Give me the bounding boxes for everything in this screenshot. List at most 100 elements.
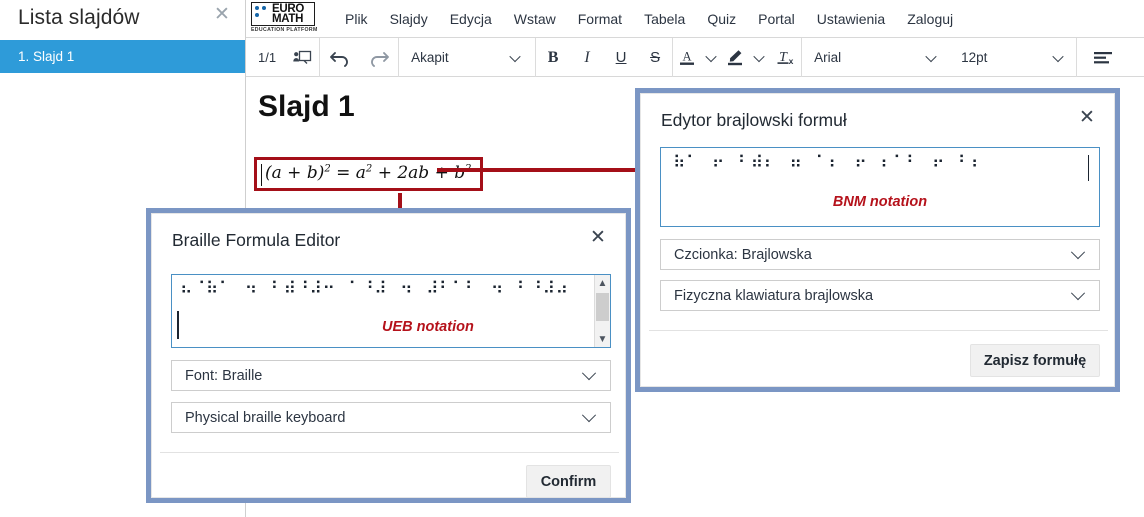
euromath-logo: EURO MATH EDUCATION PLATFORM (251, 2, 323, 35)
slide-list-header: Lista slajdów ✕ (0, 0, 245, 40)
toolbar-group-align (1077, 38, 1129, 77)
bnm-keyboard-value: Fizyczna klawiatura brajlowska (674, 287, 874, 304)
menu-item-format[interactable]: Format (567, 11, 633, 27)
toolbar-group-history (320, 38, 400, 77)
chevron-down-icon (509, 50, 521, 62)
bnm-braille-text: ⠷⠁⠀⠖⠀⠃⠾⠆⠀⠶⠀⠁⠆⠀⠖⠀⠆⠁⠃⠀⠖⠀⠃⠆ (673, 153, 984, 173)
formula-selection-box[interactable]: (a + b)2 = a2 + 2ab + b2 (254, 157, 483, 191)
bnm-dialog-title: Edytor brajlowski formuł (661, 110, 847, 130)
menu-item-quiz[interactable]: Quiz (696, 11, 747, 27)
confirm-label: Confirm (540, 473, 597, 490)
chevron-down-icon (1052, 50, 1064, 62)
font-family-value: Arial (814, 50, 842, 65)
confirm-button[interactable]: Confirm (526, 465, 611, 498)
bnm-notation-label: BNM notation (832, 194, 928, 210)
ueb-dialog-inner: Braille Formula Editor ✕ ⠦⠈⠷⠁⠀⠲⠀⠃⠾⠘⠼⠒⠀⠁⠘… (151, 213, 626, 498)
ueb-keyboard-value: Physical braille keyboard (185, 409, 346, 426)
menu-items: Plik Slajdy Edycja Wstaw Format Tabela Q… (334, 0, 964, 38)
bnm-text-caret (1087, 155, 1089, 181)
bnm-formula-editor-dialog: Edytor brajlowski formuł ✕ ⠷⠁⠀⠖⠀⠃⠾⠆⠀⠶⠀⠁⠆… (635, 88, 1120, 392)
menu-item-wstaw[interactable]: Wstaw (503, 11, 567, 27)
formula-caret (261, 164, 262, 186)
sidebar-item-slide-1[interactable]: 1. Slajd 1 (0, 40, 245, 73)
undo-glyph (329, 51, 348, 67)
toolbar-group-font: Arial 12pt (802, 38, 1078, 77)
scrollbar-thumb[interactable] (596, 293, 609, 321)
menu-bar: EURO MATH EDUCATION PLATFORM Plik Slajdy… (246, 0, 1144, 38)
ueb-text-caret (177, 311, 179, 339)
menu-item-tabela[interactable]: Tabela (633, 11, 696, 27)
slide-item-label: 1. Slajd 1 (18, 49, 75, 64)
italic-button[interactable]: I (570, 38, 604, 77)
highlight-glyph (728, 50, 743, 66)
clear-formatting-glyph: T x (777, 50, 794, 66)
bnm-keyboard-select[interactable]: Fizyczna klawiatura brajlowska (660, 280, 1100, 311)
presentation-icon[interactable] (285, 38, 319, 77)
ueb-braille-text: ⠦⠈⠷⠁⠀⠲⠀⠃⠾⠘⠼⠒⠀⠁⠘⠼⠀⠲⠀⠼⠃⠁⠃⠀⠲⠀⠃⠘⠼⠴ (180, 279, 569, 299)
bnm-font-select[interactable]: Czcionka: Brajlowska (660, 239, 1100, 270)
chevron-down-icon (925, 50, 937, 62)
bnm-braille-input[interactable]: ⠷⠁⠀⠖⠀⠃⠾⠆⠀⠶⠀⠁⠆⠀⠖⠀⠆⠁⠃⠀⠖⠀⠃⠆ BNM notation (660, 147, 1100, 227)
redo-icon[interactable] (359, 38, 398, 77)
align-left-icon[interactable] (1077, 38, 1129, 77)
underline-button[interactable]: U (604, 38, 638, 77)
ueb-scrollbar[interactable]: ▲ ▼ (594, 275, 610, 347)
ueb-font-value: Font: Braille (185, 367, 263, 384)
bnm-footer-divider (649, 330, 1108, 331)
highlight-chevron-down-icon[interactable] (749, 38, 769, 77)
page-count-label: 1/1 (258, 50, 277, 65)
ueb-keyboard-select[interactable]: Physical braille keyboard (171, 402, 611, 433)
menu-item-plik[interactable]: Plik (334, 11, 379, 27)
close-icon[interactable]: ✕ (211, 4, 233, 26)
toolbar-group-page: 1/1 (246, 38, 321, 77)
menu-item-ustawienia[interactable]: Ustawienia (806, 11, 896, 27)
toolbar-group-text-style: B I U S (536, 38, 674, 77)
chevron-down-icon (1070, 244, 1086, 259)
menu-item-zaloguj[interactable]: Zaloguj (896, 11, 964, 27)
chevron-up-icon[interactable]: ▲ (595, 275, 610, 291)
close-icon[interactable]: ✕ (587, 228, 609, 248)
chevron-down-icon (1070, 285, 1086, 300)
undo-icon[interactable] (320, 38, 359, 77)
font-family-select[interactable]: Arial (802, 38, 949, 77)
slide-list-title: Lista slajdów (18, 6, 140, 29)
ueb-notation-label: UEB notation (382, 319, 474, 335)
redo-glyph (370, 51, 389, 67)
slide-heading: Slajd 1 (258, 90, 355, 123)
braille-dots-icon (255, 6, 271, 23)
align-left-glyph (1094, 51, 1113, 63)
presentation-glyph (292, 50, 311, 64)
font-color-icon[interactable]: A (673, 38, 701, 77)
font-color-glyph: A (680, 50, 695, 65)
logo-subtitle: EDUCATION PLATFORM (251, 27, 318, 33)
toolbar-group-color: A T x (673, 38, 803, 77)
font-color-chevron-down-icon[interactable] (701, 38, 721, 77)
braille-formula-editor-dialog: Braille Formula Editor ✕ ⠦⠈⠷⠁⠀⠲⠀⠃⠾⠘⠼⠒⠀⠁⠘… (146, 208, 631, 503)
menu-item-portal[interactable]: Portal (747, 11, 806, 27)
save-formula-button[interactable]: Zapisz formułę (970, 344, 1100, 377)
ueb-dialog-title: Braille Formula Editor (172, 230, 341, 250)
clear-formatting-icon[interactable]: T x (769, 38, 801, 77)
logo-word-bottom: MATH (272, 13, 304, 25)
format-toolbar: 1/1 Akapit B I U S A T x Arial 12pt (246, 38, 1144, 77)
chevron-down-icon (581, 407, 597, 422)
bold-button[interactable]: B (536, 38, 570, 77)
close-icon[interactable]: ✕ (1076, 108, 1098, 128)
highlight-icon[interactable] (721, 38, 749, 77)
font-size-value: 12pt (961, 50, 988, 65)
ueb-font-select[interactable]: Font: Braille (171, 360, 611, 391)
bnm-dialog-inner: Edytor brajlowski formuł ✕ ⠷⠁⠀⠖⠀⠃⠾⠆⠀⠶⠀⠁⠆… (640, 93, 1115, 387)
menu-item-slajdy[interactable]: Slajdy (379, 11, 439, 27)
paragraph-style-select[interactable]: Akapit (399, 38, 535, 77)
ueb-braille-input[interactable]: ⠦⠈⠷⠁⠀⠲⠀⠃⠾⠘⠼⠒⠀⠁⠘⠼⠀⠲⠀⠼⠃⠁⠃⠀⠲⠀⠃⠘⠼⠴ UEB notat… (171, 274, 611, 348)
chevron-down-icon[interactable]: ▼ (595, 331, 610, 347)
svg-text:A: A (683, 50, 692, 64)
menu-item-edycja[interactable]: Edycja (439, 11, 503, 27)
font-size-select[interactable]: 12pt (949, 38, 1076, 77)
ueb-footer-divider (160, 452, 619, 453)
paragraph-style-value: Akapit (411, 50, 449, 65)
strikethrough-button[interactable]: S (638, 38, 672, 77)
save-formula-label: Zapisz formułę (983, 352, 1087, 369)
toolbar-group-paragraph: Akapit (399, 38, 537, 77)
bnm-font-value: Czcionka: Brajlowska (674, 246, 812, 263)
